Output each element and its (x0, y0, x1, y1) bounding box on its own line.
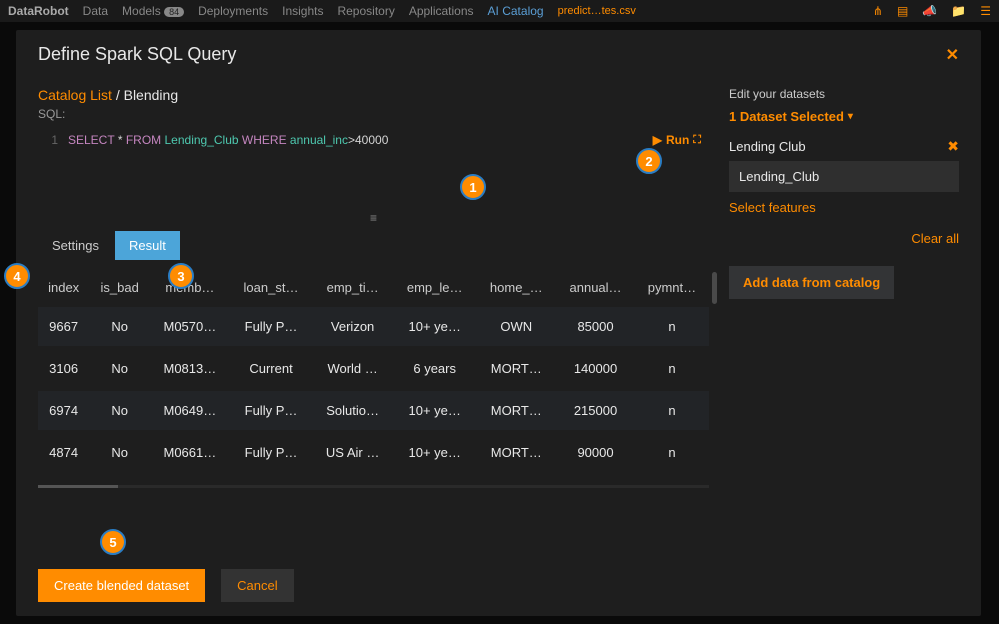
nav-ai-catalog[interactable]: AI Catalog (488, 4, 544, 18)
result-table: indexis_badmemb…loan_st…emp_ti…emp_le…ho… (38, 268, 709, 475)
table-row[interactable]: 9667NoM0570…Fully P…Verizon10+ ye…OWN850… (38, 307, 709, 348)
current-file[interactable]: predict…tes.csv (558, 5, 636, 17)
list-icon[interactable]: ▤ (897, 4, 908, 18)
scrollbar-vertical[interactable] (712, 272, 717, 304)
nav-models[interactable]: Models 84 (122, 4, 184, 18)
clear-all-link[interactable]: Clear all (729, 231, 959, 246)
dataset-selected-toggle[interactable]: 1 Dataset Selected▾ (729, 109, 959, 124)
tab-result[interactable]: Result (115, 231, 180, 260)
table-row[interactable]: 6974NoM0649…Fully P…Solutio…10+ ye…MORT…… (38, 390, 709, 432)
line-number: 1 (38, 133, 68, 205)
breadcrumb-current: Blending (124, 87, 179, 103)
modal: Define Spark SQL Query ✕ Catalog List / … (16, 30, 981, 616)
nav-data[interactable]: Data (83, 4, 108, 18)
marker-3: 3 (168, 263, 194, 289)
share-icon[interactable]: ⋔ (873, 4, 883, 18)
expand-icon[interactable]: ⛶ (693, 134, 701, 147)
edit-datasets-label: Edit your datasets (729, 87, 959, 101)
modal-title: Define Spark SQL Query (38, 44, 236, 65)
breadcrumb-catalog-list[interactable]: Catalog List (38, 87, 112, 103)
create-blended-dataset-button[interactable]: Create blended dataset (38, 569, 205, 602)
sql-editor[interactable]: 1 SELECT * FROM Lending_Club WHERE annua… (38, 127, 709, 205)
megaphone-icon[interactable]: 📣 (922, 4, 937, 18)
nav-insights[interactable]: Insights (282, 4, 323, 18)
nav-deployments[interactable]: Deployments (198, 4, 268, 18)
chevron-down-icon: ▾ (848, 111, 853, 122)
play-icon: ▶ (653, 133, 662, 147)
cancel-button[interactable]: Cancel (221, 569, 293, 602)
marker-2: 2 (636, 148, 662, 174)
marker-1: 1 (460, 174, 486, 200)
topbar-icons: ⋔ ▤ 📣 📁 ☰ (873, 4, 991, 18)
select-features-link[interactable]: Select features (729, 200, 959, 215)
run-button[interactable]: ▶ Run ⛶ (653, 133, 701, 147)
menu-icon[interactable]: ☰ (980, 4, 991, 18)
topbar: DataRobot Data Models 84 Deployments Ins… (0, 0, 999, 22)
sql-label: SQL: (38, 107, 709, 121)
remove-dataset-icon[interactable]: ✖ (947, 138, 959, 155)
breadcrumb: Catalog List / Blending (38, 87, 709, 103)
scrollbar-horizontal[interactable] (38, 485, 709, 488)
close-icon[interactable]: ✕ (946, 45, 959, 65)
marker-5: 5 (100, 529, 126, 555)
models-badge: 84 (164, 7, 184, 17)
folder-icon[interactable]: 📁 (951, 4, 966, 18)
dataset-alias-input[interactable]: Lending_Club (729, 161, 959, 192)
logo: DataRobot (8, 4, 69, 18)
table-header-row: indexis_badmemb…loan_st…emp_ti…emp_le…ho… (38, 268, 709, 307)
add-data-button[interactable]: Add data from catalog (729, 266, 894, 299)
tab-settings[interactable]: Settings (38, 231, 113, 260)
nav-applications[interactable]: Applications (409, 4, 474, 18)
dataset-name: Lending Club (729, 139, 806, 154)
tabs: Settings Result (38, 231, 709, 260)
sql-code[interactable]: SELECT * FROM Lending_Club WHERE annual_… (68, 133, 709, 205)
drag-handle[interactable]: ≡ (38, 211, 709, 225)
table-row[interactable]: 4874NoM0661…Fully P…US Air …10+ ye…MORT…… (38, 432, 709, 474)
marker-4: 4 (4, 263, 30, 289)
table-row[interactable]: 3106NoM0813…CurrentWorld …6 yearsMORT…14… (38, 348, 709, 390)
nav-repository[interactable]: Repository (337, 4, 394, 18)
